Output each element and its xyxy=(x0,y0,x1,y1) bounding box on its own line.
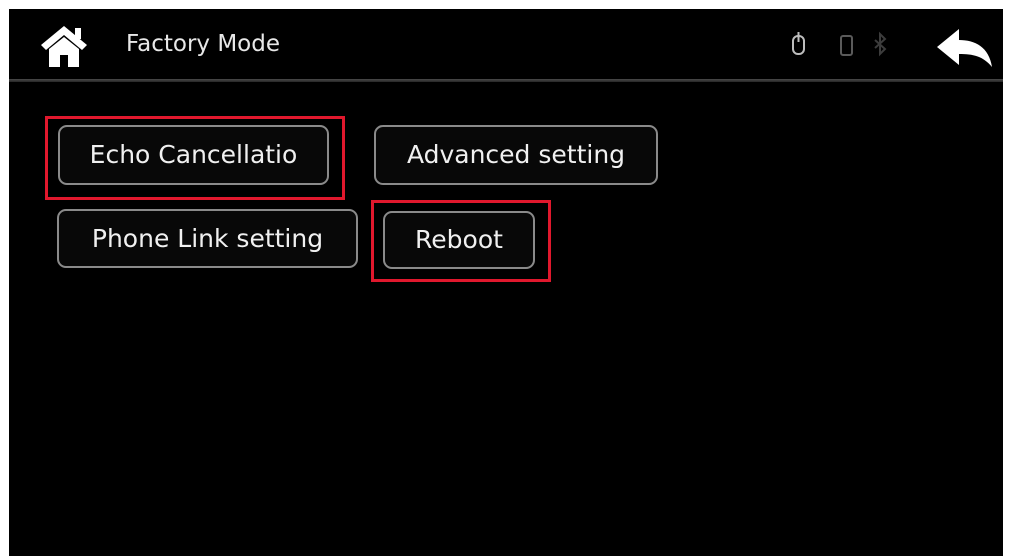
back-arrow-icon[interactable] xyxy=(935,27,993,69)
phone-icon xyxy=(840,35,853,56)
echo-cancellation-button[interactable]: Echo Cancellatio xyxy=(58,125,329,185)
usb-icon xyxy=(792,32,805,55)
factory-mode-screen: Factory Mode Echo Cancellatio Advanced s… xyxy=(9,9,1003,556)
advanced-setting-button[interactable]: Advanced setting xyxy=(374,125,658,185)
bluetooth-icon xyxy=(874,31,887,57)
header-divider xyxy=(9,79,1003,82)
page-title: Factory Mode xyxy=(126,31,280,57)
reboot-button[interactable]: Reboot xyxy=(383,211,535,269)
home-icon[interactable] xyxy=(39,23,89,69)
phone-link-setting-button[interactable]: Phone Link setting xyxy=(57,209,358,268)
status-icons xyxy=(792,31,887,57)
header-bar: Factory Mode xyxy=(9,9,1003,79)
